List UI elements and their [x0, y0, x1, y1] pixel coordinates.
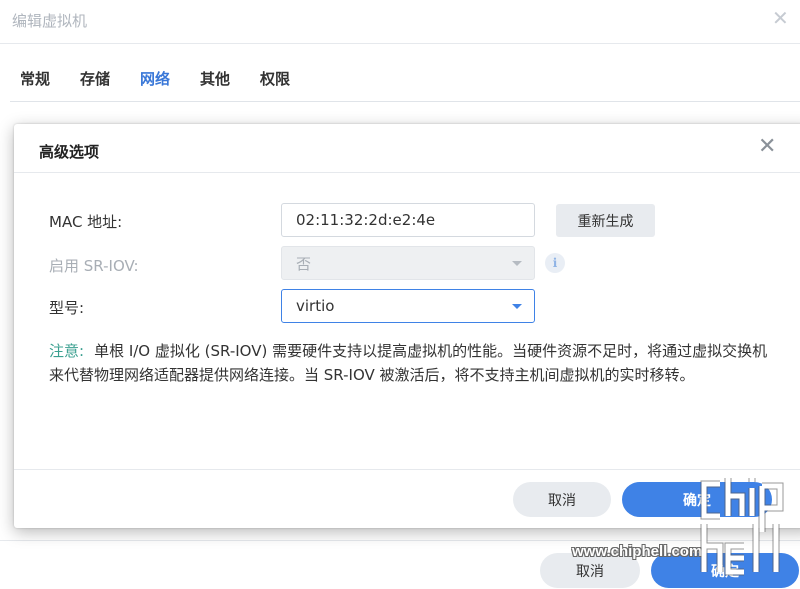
chevron-down-icon: [512, 261, 522, 266]
mac-input[interactable]: 02:11:32:2d:e2:4e: [281, 203, 535, 237]
model-select[interactable]: virtio: [281, 289, 535, 323]
dialog-footer-divider: [14, 469, 800, 470]
dialog-header-divider: [14, 172, 800, 173]
watermark-url: www.chiphell.com: [572, 543, 703, 560]
chiphell-logo-icon: [700, 478, 784, 576]
dialog-title: 高级选项: [39, 143, 100, 161]
tab-network[interactable]: 网络: [140, 68, 170, 89]
note-label: 注意:: [49, 342, 85, 360]
tab-other[interactable]: 其他: [200, 68, 230, 89]
sriov-label: 启用 SR-IOV:: [49, 257, 139, 275]
model-label: 型号:: [49, 299, 85, 317]
regenerate-button[interactable]: 重新生成: [556, 204, 655, 237]
close-icon[interactable]: ✕: [758, 136, 776, 158]
window-title: 编辑虚拟机: [12, 12, 88, 30]
tab-bar: 常规 存储 网络 其他 权限: [10, 44, 800, 102]
cancel-button[interactable]: 取消: [513, 482, 611, 517]
footer-divider: [0, 540, 800, 541]
tab-general[interactable]: 常规: [20, 68, 50, 89]
sriov-select: 否: [281, 246, 535, 280]
window-close-icon[interactable]: ✕: [772, 8, 789, 28]
sriov-note: 注意: 单根 I/O 虚拟化 (SR-IOV) 需要硬件支持以提高虚拟机的性能。当…: [49, 339, 769, 387]
note-text: 单根 I/O 虚拟化 (SR-IOV) 需要硬件支持以提高虚拟机的性能。当硬件资…: [49, 342, 768, 384]
tab-permissions[interactable]: 权限: [260, 68, 290, 89]
mac-label: MAC 地址:: [49, 213, 123, 231]
model-value: virtio: [296, 297, 335, 315]
mac-value: 02:11:32:2d:e2:4e: [296, 211, 436, 229]
tab-storage[interactable]: 存储: [80, 68, 110, 89]
info-icon[interactable]: i: [545, 253, 565, 273]
sriov-value: 否: [296, 254, 312, 273]
chevron-down-icon: [512, 304, 522, 309]
advanced-options-dialog: 高级选项 ✕ MAC 地址: 02:11:32:2d:e2:4e 重新生成 启用…: [14, 124, 800, 528]
